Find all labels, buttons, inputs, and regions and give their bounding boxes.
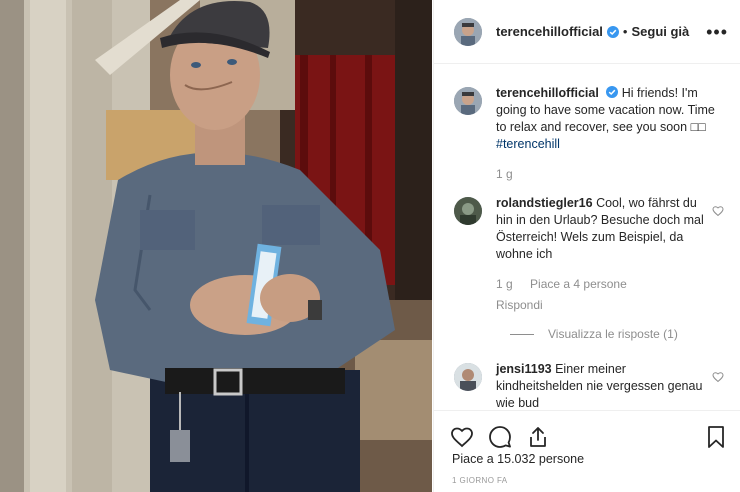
post-side-panel: terencehillofficial • Segui già ••• tere… [433, 0, 740, 492]
comment-username[interactable]: rolandstiegler16 [496, 196, 593, 210]
comment-meta: 1 g Piace a 4 persone [496, 276, 704, 293]
comment-bubble-icon[interactable] [488, 425, 512, 449]
post-photo-illustration [0, 0, 432, 492]
post-username[interactable]: terencehillofficial [496, 24, 603, 39]
comment-body: jensi1193 Einer meiner kindheitshelden n… [496, 361, 704, 410]
share-icon[interactable] [526, 425, 550, 449]
post-header: terencehillofficial • Segui già ••• [434, 0, 740, 64]
bookmark-icon[interactable] [704, 425, 728, 449]
caption-username[interactable]: terencehillofficial [496, 86, 599, 100]
verified-badge-icon [606, 25, 619, 38]
comment-like-icon[interactable] [712, 371, 724, 383]
avatar[interactable] [454, 197, 482, 225]
comments-list: terencehillofficial Hi friends! I'm goin… [434, 65, 740, 410]
view-replies-button[interactable]: Visualizza le risposte (1) [510, 327, 724, 341]
avatar-image [454, 87, 482, 115]
avatar-image [454, 17, 482, 46]
comment-username[interactable]: jensi1193 [496, 362, 552, 376]
separator-dot: • [622, 24, 628, 39]
more-options-icon[interactable]: ••• [706, 23, 728, 41]
comment-item: jensi1193 Einer meiner kindheitshelden n… [454, 361, 724, 410]
verified-badge-icon [606, 86, 619, 98]
heart-icon[interactable] [450, 425, 474, 449]
avatar-image [454, 363, 482, 391]
avatar-image [454, 197, 482, 225]
view-replies-label: Visualizza le risposte (1) [548, 327, 678, 341]
avatar[interactable] [454, 363, 482, 391]
post-timestamp[interactable]: 1 GIORNO FA [452, 476, 508, 485]
post-photo[interactable] [0, 0, 432, 492]
caption-body: terencehillofficial Hi friends! I'm goin… [496, 85, 724, 183]
likes-count[interactable]: Piace a 15.032 persone [452, 452, 584, 466]
caption-time[interactable]: 1 g [496, 167, 513, 181]
comment-body: rolandstiegler16 Cool, wo fährst du hin … [496, 195, 704, 314]
comment-time[interactable]: 1 g [496, 277, 513, 291]
reply-button[interactable]: Rispondi [496, 297, 704, 314]
comment-likes[interactable]: Piace a 4 persone [530, 277, 627, 291]
caption: terencehillofficial Hi friends! I'm goin… [454, 85, 724, 183]
replies-line [510, 333, 534, 335]
avatar[interactable] [454, 17, 482, 46]
action-bar [434, 410, 740, 452]
hashtag-link[interactable]: #terencehill [496, 137, 560, 151]
avatar[interactable] [454, 87, 482, 115]
follow-button[interactable]: Segui già [631, 24, 689, 39]
caption-meta: 1 g [496, 166, 724, 183]
comment-like-icon[interactable] [712, 205, 724, 217]
caption-emoji: □□ [690, 120, 706, 134]
comment-item: rolandstiegler16 Cool, wo fährst du hin … [454, 195, 724, 314]
